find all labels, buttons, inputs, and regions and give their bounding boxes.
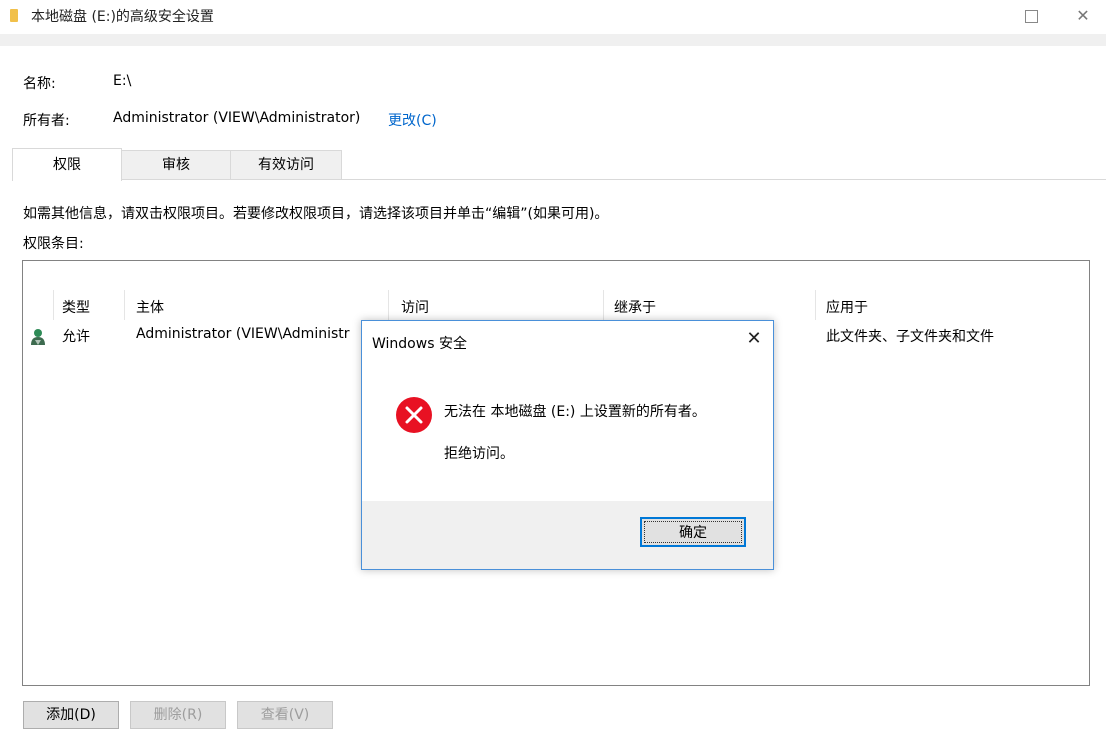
column-separator	[53, 290, 54, 320]
tab-auditing[interactable]: 审核	[121, 150, 231, 179]
maximize-icon	[1024, 10, 1038, 23]
window-title: 本地磁盘 (E:)的高级安全设置	[31, 9, 214, 25]
cell-type: 允许	[62, 329, 90, 345]
permission-entries-label: 权限条目:	[23, 236, 84, 252]
cell-applies-to: 此文件夹、子文件夹和文件	[826, 329, 994, 345]
view-button[interactable]: 查看(V)	[237, 701, 333, 729]
column-header-principal[interactable]: 主体	[136, 297, 164, 317]
add-button[interactable]: 添加(D)	[23, 701, 119, 729]
close-button[interactable]: ✕	[1060, 0, 1106, 34]
column-separator	[603, 290, 604, 320]
folder-icon	[10, 9, 18, 22]
cell-principal: Administrator (VIEW\Administr	[136, 326, 350, 342]
dialog-close-button[interactable]: ✕	[742, 327, 766, 351]
name-value: E:\	[113, 73, 132, 89]
ok-button-label: 确定	[679, 525, 707, 541]
owner-label: 所有者:	[23, 113, 70, 129]
column-separator	[124, 290, 125, 320]
title-separator	[0, 34, 1106, 46]
instructions-text: 如需其他信息，请双击权限项目。若要修改权限项目，请选择该项目并单击“编辑”(如果…	[23, 206, 609, 222]
error-dialog: Windows 安全 ✕ 无法在 本地磁盘 (E:) 上设置新的所有者。 拒绝访…	[361, 320, 774, 570]
dialog-detail: 拒绝访问。	[444, 446, 514, 462]
owner-value: Administrator (VIEW\Administrator)	[113, 110, 361, 126]
column-separator	[388, 290, 389, 320]
dialog-title: Windows 安全	[372, 336, 467, 352]
dialog-message: 无法在 本地磁盘 (E:) 上设置新的所有者。	[444, 404, 706, 420]
tab-strip-border	[12, 179, 1106, 180]
user-icon	[31, 329, 45, 345]
error-icon	[396, 397, 432, 433]
column-header-type[interactable]: 类型	[62, 297, 90, 317]
column-header-access[interactable]: 访问	[401, 297, 429, 317]
close-icon: ✕	[746, 328, 762, 349]
remove-button[interactable]: 删除(R)	[130, 701, 226, 729]
name-label: 名称:	[23, 76, 56, 92]
tab-effective-access[interactable]: 有效访问	[230, 150, 342, 179]
title-bar: 本地磁盘 (E:)的高级安全设置 ✕	[0, 0, 1106, 34]
column-header-inherited-from[interactable]: 继承于	[614, 297, 656, 317]
tab-permissions[interactable]: 权限	[12, 148, 122, 181]
maximize-button[interactable]	[1008, 0, 1054, 34]
change-owner-link[interactable]: 更改(C)	[388, 110, 437, 130]
ok-button[interactable]: 确定	[640, 517, 746, 547]
column-header-applies-to[interactable]: 应用于	[826, 297, 868, 317]
close-icon: ✕	[1076, 6, 1090, 25]
column-separator	[815, 290, 816, 320]
